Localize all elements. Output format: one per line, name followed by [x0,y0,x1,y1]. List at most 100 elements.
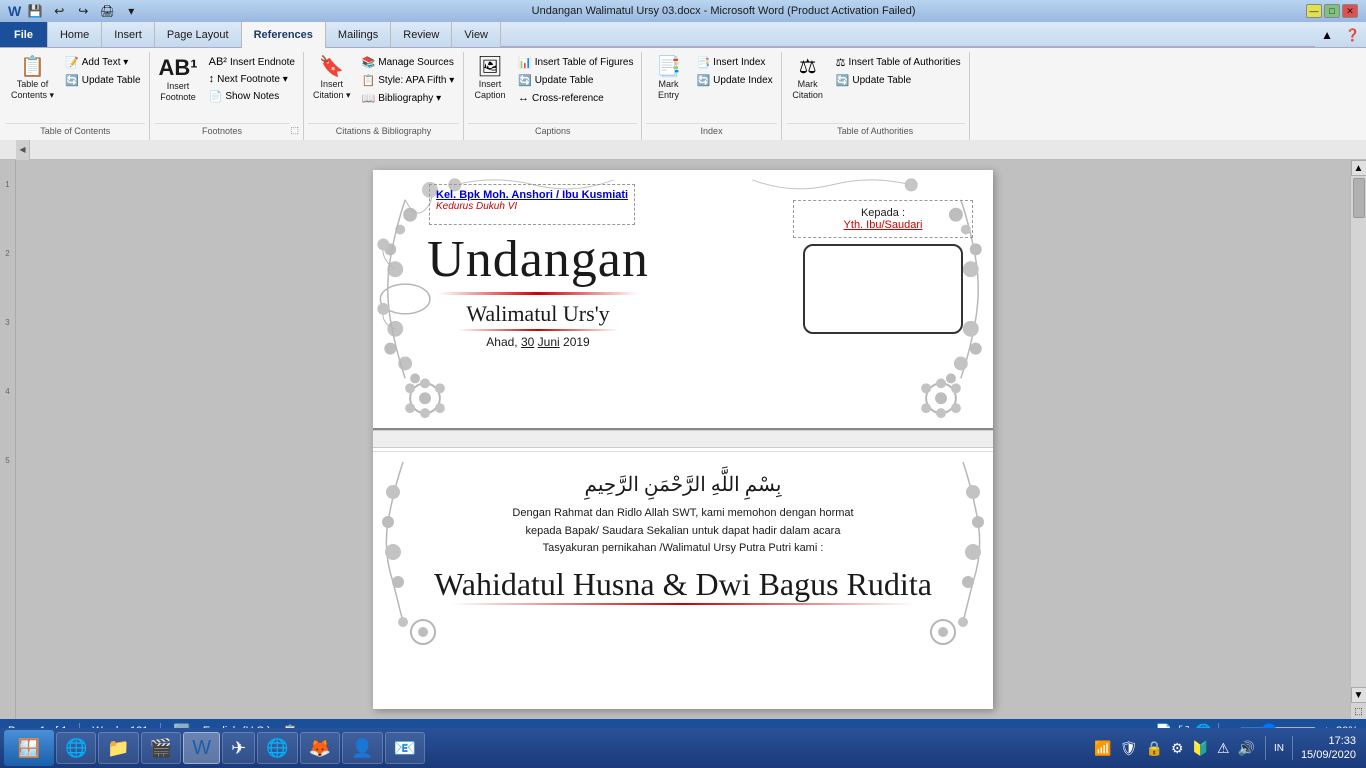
scroll-down[interactable]: ▼ [1351,687,1366,703]
tray-volume[interactable]: 🔊 [1236,738,1257,759]
show-notes-button[interactable]: 📄 Show Notes [205,88,299,105]
insert-endnote-button[interactable]: AB² Insert Endnote [205,54,299,70]
tray-antivirus4[interactable]: 🔰 [1190,738,1211,759]
authorities-small-btns: ⚖ Insert Table of Authorities 🔄 Update T… [832,54,965,89]
document-area[interactable]: Kel. Bpk Moh. Anshori / Ibu Kusmiati Ked… [16,160,1350,719]
tray-antivirus2[interactable]: 🔒 [1144,738,1165,759]
scrollbar[interactable]: ▲ ▼ ⬚ [1350,160,1366,719]
tab-home[interactable]: Home [48,22,102,47]
cross-ref-icon: ↔ [518,92,529,104]
qat-print[interactable]: 🖨 [97,1,117,21]
insert-index-button[interactable]: 📑 Insert Index [692,54,776,71]
tray-sep [1265,736,1266,760]
kepada-text: Kepada : [804,207,962,219]
arabic-text: ﺑِﺴْﻢِ ﺍﻟﻠَّﻪِ ﺍﻟﺮَّﺣْﻤَﻦِ ﺍﻟﺮَّﺣِﻴﻢِ [393,472,973,497]
maximize-button[interactable]: □ [1324,4,1340,18]
update-table-toc-button[interactable]: 🔄 Update Table [61,72,144,89]
style-icon: 📋 [362,74,376,87]
tab-pagelayout[interactable]: Page Layout [155,22,242,47]
mark-citation-button[interactable]: ⚖ MarkCitation [786,54,830,104]
cross-reference-button[interactable]: ↔ Cross-reference [514,90,637,106]
taskbar-word[interactable]: W [183,732,220,764]
toc-button[interactable]: 📋 Table ofContents ▾ [6,54,59,104]
tray-antivirus1[interactable]: 🛡 [1118,738,1140,759]
update-index-button[interactable]: 🔄 Update Index [692,72,776,89]
update-table-captions-button[interactable]: 🔄 Update Table [514,72,637,89]
tab-references[interactable]: References [242,22,326,48]
group-index: 📑 MarkEntry 📑 Insert Index 🔄 Update Inde… [642,52,781,140]
inv-main-text: Undangan Walimatul Urs'y Ahad, 30 Juni 2… [419,231,657,349]
taskbar-ie[interactable]: 🌐 [56,732,96,764]
taskbar-user[interactable]: 👤 [342,732,382,764]
update-authorities-button[interactable]: 🔄 Update Table [832,72,965,89]
group-authorities-label: Table of Authorities [786,123,965,138]
scroll-end[interactable]: ⬚ [1354,703,1363,719]
body-line2: kepada Bapak/ Saudara Sekalian untuk dap… [393,523,973,541]
inv-top-left: Kel. Bpk Moh. Anshori / Ibu Kusmiati Ked… [373,170,673,428]
insert-caption-button[interactable]: 🖼 InsertCaption [468,54,512,104]
taskbar-media[interactable]: 🎬 [141,732,181,764]
tray-network[interactable]: 📶 [1092,738,1113,759]
minimize-button[interactable]: — [1306,4,1322,18]
insert-footnote-button[interactable]: AB¹ InsertFootnote [154,54,203,106]
close-button[interactable]: ✕ [1342,4,1358,18]
ribbon-collapse[interactable]: ▲ [1315,22,1339,47]
clock[interactable]: 17:33 15/09/2020 [1301,734,1356,763]
insert-authorities-button[interactable]: ⚖ Insert Table of Authorities [832,54,965,71]
address-rectangle [803,244,963,334]
taskbar-right: 📶 🛡 🔒 ⚙ 🔰 ⚠ 🔊 IN 17:33 15/09/2020 [1092,734,1362,763]
update-index-label: Update Index [713,75,773,86]
qat-undo[interactable]: ↩ [49,1,69,21]
footnotes-expander[interactable]: ⬚ [290,125,299,136]
add-text-button[interactable]: 📝 Add Text ▾ [61,54,144,71]
manage-sources-button[interactable]: 📚 Manage Sources [358,54,459,71]
qat-redo[interactable]: ↪ [73,1,93,21]
taskbar-firefox[interactable]: 🦊 [300,732,340,764]
style-button[interactable]: 📋 Style: APA Fifth ▾ [358,72,459,89]
body-line3: Tasyakuran pernikahan /Walimatul Ursy Pu… [393,540,973,558]
titlebar-left: W 💾 ↩ ↪ 🖨 ▾ [8,1,141,21]
mark-citation-icon: ⚖ [799,57,817,77]
body-text: Dengan Rahmat dan Ridlo Allah SWT, kami … [393,505,973,558]
tab-insert[interactable]: Insert [102,22,155,47]
mark-entry-button[interactable]: 📑 MarkEntry [646,54,690,104]
qat-dropdown[interactable]: ▾ [121,1,141,21]
mark-entry-icon: 📑 [656,57,681,77]
group-index-label: Index [646,123,776,138]
taskbar-chrome[interactable]: 🌐 [257,732,297,764]
tab-mailings[interactable]: Mailings [326,22,391,47]
tray-sep2 [1292,736,1293,760]
mark-citation-label: MarkCitation [792,79,823,101]
taskbar-telegram[interactable]: ✈ [222,732,255,764]
next-footnote-label: Next Footnote ▾ [217,74,288,85]
word-logo: W [8,3,21,19]
show-notes-label: Show Notes [225,91,279,102]
scroll-thumb[interactable] [1353,178,1365,218]
qat-save[interactable]: 💾 [25,1,45,21]
tab-file[interactable]: File [0,22,48,47]
tab-review[interactable]: Review [391,22,452,47]
keyboard-lang[interactable]: IN [1274,743,1284,754]
bibliography-icon: 📖 [362,92,376,105]
inv-gap [373,430,993,448]
insert-citation-button[interactable]: 🔖 InsertCitation ▾ [308,54,356,104]
walimatul-underline [458,329,618,331]
insert-table-figures-button[interactable]: 📊 Insert Table of Figures [514,54,637,71]
taskbar-mail[interactable]: 📧 [385,732,425,764]
titlebar: W 💾 ↩ ↪ 🖨 ▾ Undangan Walimatul Ursy 03.d… [0,0,1366,22]
tab-view[interactable]: View [452,22,501,47]
taskbar-explorer[interactable]: 📁 [98,732,138,764]
help-button[interactable]: ❓ [1339,22,1366,47]
start-button[interactable]: 🪟 [4,730,54,766]
ribbon-spacer [970,52,1364,140]
group-captions-items: 🖼 InsertCaption 📊 Insert Table of Figure… [468,54,637,121]
tray-antivirus5[interactable]: ⚠ [1215,738,1232,759]
tray-antivirus3[interactable]: ⚙ [1169,738,1186,759]
next-footnote-button[interactable]: ↕ Next Footnote ▾ [205,71,299,87]
scroll-up[interactable]: ▲ [1351,160,1366,176]
endnote-label: Insert Endnote [230,57,295,68]
caption-label: InsertCaption [474,79,505,101]
scroll-track[interactable] [1353,176,1365,687]
group-toc-label: Table of Contents [6,123,145,138]
bibliography-button[interactable]: 📖 Bibliography ▾ [358,90,459,107]
